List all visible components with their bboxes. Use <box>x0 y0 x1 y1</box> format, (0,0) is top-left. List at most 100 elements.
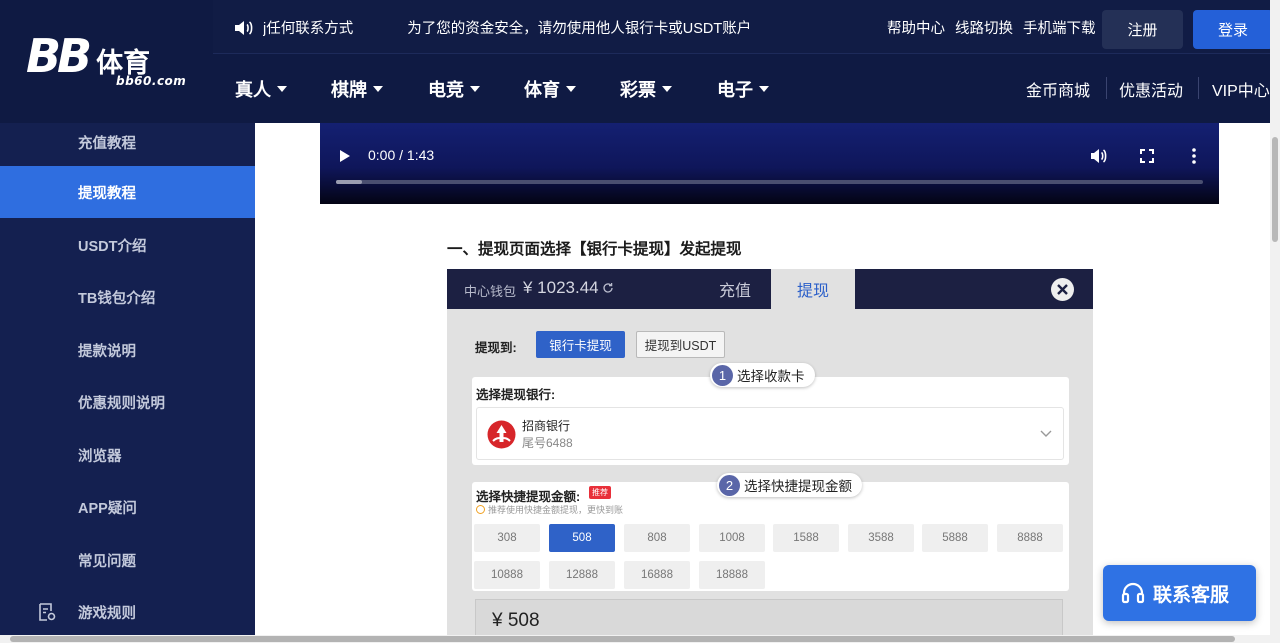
nav-label: 体育 <box>524 80 560 100</box>
caret-down-icon <box>662 86 672 92</box>
bank-card-tail: 尾号6488 <box>522 436 573 450</box>
sidebar-item-usdt-intro[interactable]: USDT介绍 <box>0 219 255 271</box>
sidebar-item-label: TB钱包介绍 <box>78 290 156 307</box>
speaker-icon <box>235 21 253 35</box>
amount-option: 1588 <box>773 524 839 552</box>
vertical-scrollbar[interactable] <box>1270 0 1280 643</box>
nav-divider <box>1106 77 1107 99</box>
volume-icon[interactable] <box>1090 148 1108 164</box>
withdraw-screenshot: 中心钱包 ¥ 1023.44 充值 提现 提现到: 银行卡提现 提现到USDT … <box>447 269 1093 635</box>
nav-item-live[interactable]: 真人 <box>235 55 287 123</box>
chevron-down-icon <box>1040 430 1052 437</box>
sidebar-item-browser[interactable]: 浏览器 <box>0 429 255 481</box>
video-progress-fill <box>336 180 362 184</box>
sidebar-item-tb-wallet[interactable]: TB钱包介绍 <box>0 271 255 323</box>
sidebar-item-label: 提现教程 <box>78 185 136 202</box>
wallet-label: 中心钱包 <box>464 284 517 299</box>
nav-label: 真人 <box>235 80 271 100</box>
amount-option: 5888 <box>922 524 988 552</box>
sidebar-item-label: APP疑问 <box>78 500 137 517</box>
fullscreen-icon[interactable] <box>1140 149 1154 163</box>
top-bar: j任何联系方式 为了您的资金安全，请勿使用他人银行卡或USDT账户 帮助中心 线路… <box>213 0 1273 54</box>
nav-divider <box>1198 77 1199 99</box>
help-center-link[interactable]: 帮助中心 <box>887 17 945 38</box>
sidebar-item-label: USDT介绍 <box>78 238 147 255</box>
amount-option-selected: 508 <box>549 524 615 552</box>
quick-amount-card: 选择快捷提现金额: 推荐 推荐使用快捷金额提现，更快到账 308 508 808… <box>472 482 1069 591</box>
sidebar-item-label: 充值教程 <box>78 135 136 152</box>
logo-mark: BB <box>26 28 92 83</box>
mobile-download-link[interactable]: 手机端下载 <box>1023 17 1096 38</box>
register-button[interactable]: 注册 <box>1102 10 1183 49</box>
quick-amount-hint: 推荐使用快捷金额提现，更快到账 <box>476 503 623 516</box>
sidebar-item-label: 游戏规则 <box>78 605 136 622</box>
step-number: 2 <box>719 474 740 496</box>
more-options-icon[interactable] <box>1192 148 1196 164</box>
top-links: 帮助中心 线路切换 手机端下载 <box>887 0 1106 54</box>
amount-option: 18888 <box>699 561 765 589</box>
sidebar-item-label: 常见问题 <box>78 553 136 570</box>
caret-down-icon <box>470 86 480 92</box>
scrollbar-thumb[interactable] <box>10 636 1235 642</box>
help-sidebar: 充值教程 提现教程 USDT介绍 TB钱包介绍 提款说明 优惠规则说明 浏览器 … <box>0 123 255 643</box>
sidebar-item-withdraw-notes[interactable]: 提款说明 <box>0 324 255 376</box>
play-icon[interactable] <box>340 150 350 162</box>
headset-icon <box>1121 582 1145 604</box>
scrollbar-thumb[interactable] <box>1272 137 1278 242</box>
info-icon <box>476 505 485 514</box>
nav-label: 棋牌 <box>331 80 367 100</box>
video-time: 0:00 / 1:43 <box>368 147 435 163</box>
amount-option: 16888 <box>624 561 690 589</box>
nav-item-lottery[interactable]: 彩票 <box>620 55 672 123</box>
bank-name: 招商银行 <box>522 419 571 433</box>
sidebar-item-game-rules[interactable]: 游戏规则 <box>0 586 255 638</box>
customer-service-button[interactable]: 联系客服 <box>1103 565 1256 621</box>
sidebar-item-withdraw-tutorial[interactable]: 提现教程 <box>0 166 255 218</box>
nav-item-sports[interactable]: 体育 <box>524 55 576 123</box>
video-progress-bar[interactable] <box>336 180 1203 184</box>
nav-label: 电子 <box>717 80 753 100</box>
amount-option: 12888 <box>549 561 615 589</box>
marquee-text-1: j任何联系方式 <box>263 21 354 37</box>
sidebar-item-promo-rules[interactable]: 优惠规则说明 <box>0 376 255 428</box>
bank-select-card: 选择提现银行: 招商银行 尾号6488 <box>472 377 1069 465</box>
amount-display-value: ¥ 508 <box>492 610 540 631</box>
tutorial-video[interactable]: 0:00 / 1:43 <box>320 123 1219 204</box>
nav-promotions[interactable]: 优惠活动 <box>1119 55 1183 123</box>
caret-down-icon <box>759 86 769 92</box>
tutorial-content: 0:00 / 1:43 一、提现页面选择【银行卡提现】发起提现 中心钱包 ¥ 1… <box>255 123 1270 635</box>
site-logo[interactable]: BB 体育 bb60.com <box>0 0 213 123</box>
sidebar-item-deposit-tutorial[interactable]: 充值教程 <box>0 116 255 168</box>
step-2-callout: 2 选择快捷提现金额 <box>717 473 862 497</box>
tab-deposit: 充值 <box>718 283 751 300</box>
rules-document-icon <box>39 603 56 621</box>
nav-vip-center[interactable]: VIP中心 <box>1212 55 1270 123</box>
nav-item-cards[interactable]: 棋牌 <box>331 55 383 123</box>
step-label: 选择收款卡 <box>737 369 805 384</box>
wallet-header: 中心钱包 ¥ 1023.44 充值 提现 <box>447 269 1093 309</box>
announcement-marquee[interactable]: j任何联系方式 为了您的资金安全，请勿使用他人银行卡或USDT账户 <box>263 0 753 54</box>
sidebar-item-label: 浏览器 <box>78 448 122 465</box>
horizontal-scrollbar[interactable] <box>0 635 1270 643</box>
bank-withdraw-button: 银行卡提现 <box>536 331 625 358</box>
sidebar-item-label: 提款说明 <box>78 343 136 360</box>
sidebar-item-label: 优惠规则说明 <box>78 395 165 412</box>
nav-item-slots[interactable]: 电子 <box>717 55 769 123</box>
sidebar-item-app-faq[interactable]: APP疑问 <box>0 481 255 533</box>
logo-domain: bb60.com <box>116 73 187 88</box>
nav-coin-mall[interactable]: 金币商城 <box>1026 55 1090 123</box>
nav-item-esports[interactable]: 电竞 <box>428 55 480 123</box>
amount-option: 808 <box>624 524 690 552</box>
bank-dropdown: 招商银行 尾号6488 <box>476 407 1064 460</box>
close-icon <box>1051 278 1074 301</box>
hint-text: 推荐使用快捷金额提现，更快到账 <box>488 505 624 515</box>
line-switch-link[interactable]: 线路切换 <box>955 17 1013 38</box>
sidebar-item-faq[interactable]: 常见问题 <box>0 534 255 586</box>
marquee-text-2: 为了您的资金安全，请勿使用他人银行卡或USDT账户 <box>407 21 752 37</box>
amount-option: 8888 <box>997 524 1063 552</box>
login-button[interactable]: 登录 <box>1193 10 1273 49</box>
recommend-badge: 推荐 <box>589 486 611 499</box>
main-nav: 真人 棋牌 电竞 体育 彩票 电子 金币商城 优惠活动 VIP中心 <box>213 55 1270 123</box>
amount-option: 308 <box>474 524 540 552</box>
caret-down-icon <box>373 86 383 92</box>
